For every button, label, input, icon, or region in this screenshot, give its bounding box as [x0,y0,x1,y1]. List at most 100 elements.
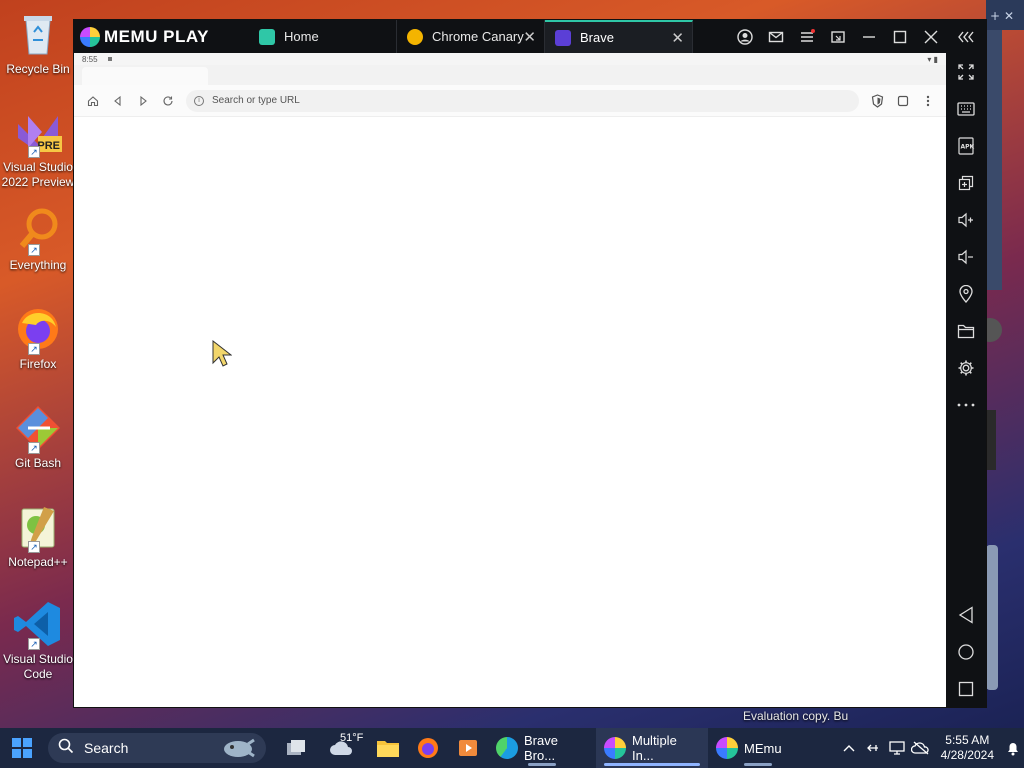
media-player-icon [459,740,477,756]
taskbar-app-brave[interactable]: Brave Bro... [488,728,596,768]
desktop-icon-label: Notepad++ [8,555,68,569]
tab-brave[interactable]: Brave ✕ [545,20,693,53]
fullscreen-button[interactable] [946,57,986,87]
settings-button[interactable] [946,353,986,383]
tab-chrome-canary[interactable]: Chrome Canary ✕ [397,20,545,53]
close-icon [924,30,937,43]
desktop-icon-label: Visual Studio Code [3,652,73,681]
edge-icon [496,737,518,759]
desktop-icon-label: Firefox [19,357,57,371]
background-window-edge: + ✕ [978,0,1024,700]
brave-shields-button[interactable] [865,88,890,113]
volume-down-button[interactable] [946,242,986,272]
android-status-bar: 8:55 ▾ ▮ [74,53,946,65]
volume-up-icon [958,212,973,228]
memu-multi-icon [604,737,626,759]
emulator-sidebar: APK [946,53,986,707]
browser-toolbar: i Search or type URL [74,85,946,117]
weather-temp: 51°F [340,732,364,744]
file-explorer-button[interactable] [368,728,408,768]
usb-icon [866,744,878,752]
apk-install-button[interactable]: APK [946,131,986,161]
keyboard-button[interactable] [946,94,986,124]
more-tools-button[interactable] [946,390,986,420]
pre-badge: PRE [37,140,60,152]
resize-button[interactable] [822,20,853,53]
taskbar-clock[interactable]: 5:55 AM 4/28/2024 [933,733,1002,763]
tab-label: Chrome Canary [432,29,524,44]
android-recents-button[interactable] [946,674,986,704]
desktop-icon-git-bash[interactable]: ↗ Git Bash [0,404,76,471]
android-back-button[interactable] [946,600,986,630]
collapse-sidebar-button[interactable] [946,20,986,53]
notification-icon [107,57,112,61]
menu-icon [800,28,815,42]
desktop-icon-notepad-plus-plus[interactable]: ↗ Notepad++ [0,503,76,570]
account-button[interactable] [729,20,760,53]
desktop-icon-label: Git Bash [14,456,62,470]
close-icon[interactable]: ✕ [671,29,684,47]
maximize-icon [893,30,906,43]
shared-folder-button[interactable] [946,316,986,346]
user-icon [736,28,753,45]
tab-switcher-button[interactable] [890,88,915,113]
more-vertical-icon [926,95,929,106]
close-icon[interactable]: ✕ [523,28,536,46]
gear-icon [958,360,974,376]
media-player-button[interactable] [448,728,488,768]
overflow-menu-button[interactable] [915,88,940,113]
tab-label: Brave [580,30,614,45]
everything-search-icon: ↗ [14,206,62,256]
mail-icon [768,31,783,42]
forward-icon [139,95,147,106]
close-button[interactable] [915,20,946,53]
home-button[interactable] [80,88,105,113]
task-view-button[interactable] [276,728,316,768]
network-button[interactable] [885,728,909,768]
svg-text:APK: APK [961,144,975,151]
desktop-icon-firefox[interactable]: ↗ Firefox [0,305,76,372]
firefox-taskbar-button[interactable] [408,728,448,768]
browser-tab[interactable] [82,67,208,85]
home-icon [87,95,98,106]
taskbar-app-memu[interactable]: MEmu [708,728,808,768]
volume-up-button[interactable] [946,205,986,235]
location-button[interactable] [946,279,986,309]
location-pin-icon [959,285,973,303]
triangle-back-icon [958,606,973,624]
maximize-button[interactable] [884,20,915,53]
folder-icon [377,741,399,757]
start-button[interactable] [2,728,42,768]
multi-instance-button[interactable] [946,168,986,198]
search-highlight-icon [224,738,255,758]
visual-studio-preview-icon: PRE ↗ [14,108,62,158]
back-button[interactable] [105,88,130,113]
url-input[interactable]: i Search or type URL [186,89,859,112]
desktop-icon-recycle-bin[interactable]: Recycle Bin [0,10,76,77]
taskbar-search[interactable]: Search [48,733,266,763]
onedrive-button[interactable] [909,728,933,768]
desktop-icon-everything[interactable]: ↗ Everything [0,206,76,273]
desktop-icon-vscode[interactable]: ↗ Visual Studio Code [0,600,76,682]
desktop-icon-visual-studio-preview[interactable]: PRE ↗ Visual Studio 2022 Preview [0,108,76,190]
tray-app-button[interactable] [861,728,885,768]
android-home-button[interactable] [946,637,986,667]
menu-button[interactable] [791,20,822,53]
messages-button[interactable] [760,20,791,53]
forward-button[interactable] [130,88,155,113]
tab-home[interactable]: Home [249,20,397,53]
taskbar-app-multiple-instance[interactable]: Multiple In... [596,728,708,768]
url-placeholder: Search or type URL [212,95,300,106]
browser-tab-strip [74,65,946,85]
reload-button[interactable] [155,88,180,113]
brave-shield-icon [871,93,884,108]
notifications-button[interactable] [1002,728,1024,768]
minimize-button[interactable] [853,20,884,53]
clock-time: 5:55 AM [945,733,990,747]
weather-widget[interactable]: 51°F [316,728,368,768]
show-hidden-icons-button[interactable] [837,728,861,768]
chevron-up-icon [843,745,855,752]
memu-emulator-window: MEMU PLAY Home Chrome Canary ✕ Brave ✕ 8… [74,20,986,707]
title-bar-controls [729,20,986,53]
chrome-canary-icon [407,28,423,45]
